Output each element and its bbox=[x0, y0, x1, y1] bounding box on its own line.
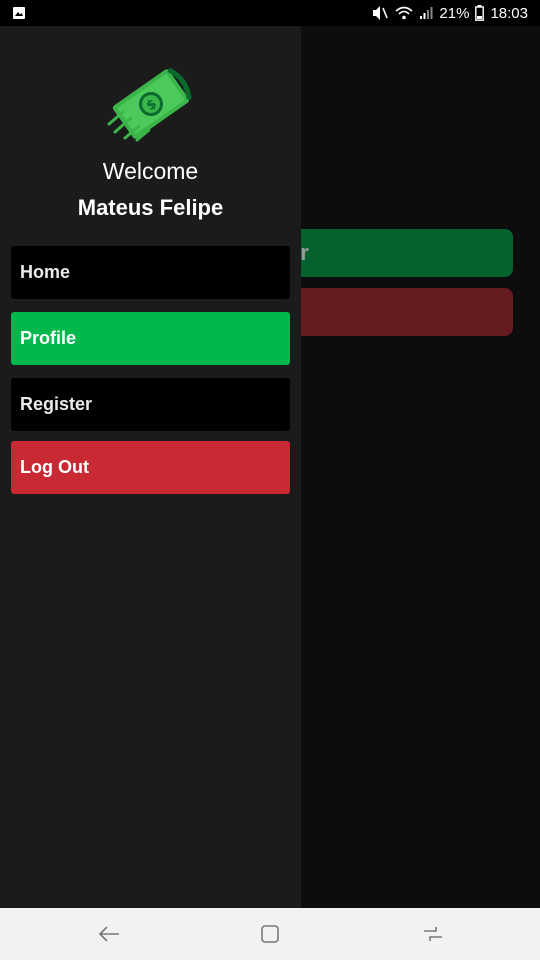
status-bar: 21% 18:03 bbox=[0, 0, 540, 26]
mute-icon bbox=[371, 5, 389, 21]
menu-item-logout[interactable]: Log Out bbox=[11, 441, 290, 494]
menu-item-label: Register bbox=[20, 394, 93, 414]
home-icon[interactable] bbox=[257, 921, 283, 947]
menu-item-register[interactable]: Register bbox=[11, 378, 290, 431]
recent-apps-icon[interactable] bbox=[420, 921, 446, 947]
menu-item-home[interactable]: Home bbox=[11, 246, 290, 299]
signal-icon bbox=[419, 6, 433, 20]
menu-item-profile[interactable]: Profile bbox=[11, 312, 290, 365]
user-name: Mateus Felipe bbox=[77, 195, 224, 220]
welcome-text: Welcome bbox=[102, 158, 199, 184]
menu-item-label: Home bbox=[20, 262, 71, 282]
money-logo-icon: $ bbox=[103, 66, 199, 142]
app-screen: 21% 18:03 Felipe er t $ bbox=[0, 0, 540, 960]
system-nav-bar bbox=[0, 908, 540, 960]
wifi-icon bbox=[395, 6, 413, 20]
back-icon[interactable] bbox=[96, 921, 122, 947]
navigation-drawer: $ Welcome Mateus Felipe Home Profile Reg… bbox=[0, 26, 301, 908]
menu-item-label: Profile bbox=[20, 328, 77, 348]
battery-percent: 21% bbox=[439, 4, 470, 22]
battery-icon bbox=[475, 5, 485, 21]
gallery-icon bbox=[12, 6, 26, 20]
menu-item-label: Log Out bbox=[20, 457, 89, 477]
status-time: 18:03 bbox=[490, 4, 528, 22]
